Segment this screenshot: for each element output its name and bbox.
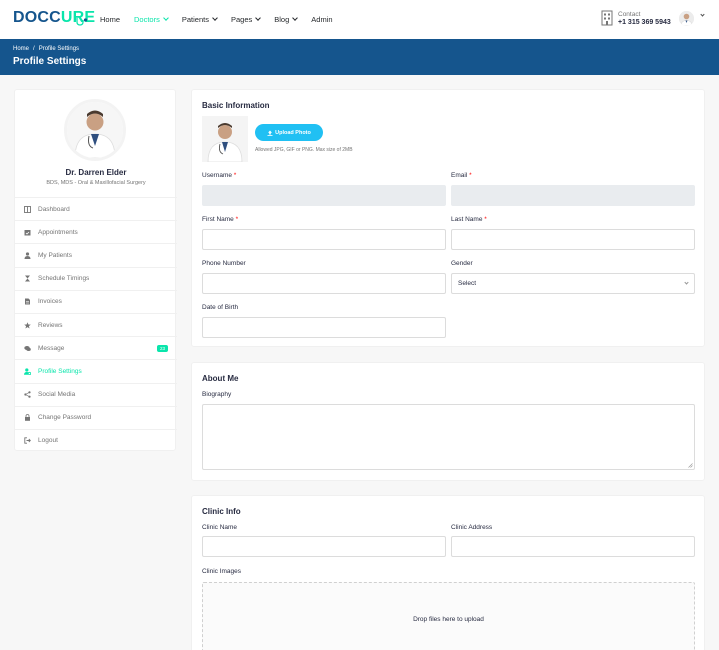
user-injured-icon <box>24 252 31 259</box>
phone-number-label: Phone Number <box>202 260 246 267</box>
gender-label: Gender <box>451 260 473 267</box>
clinic-name-label: Clinic Name <box>202 524 238 531</box>
doctor-name: Dr. Darren Elder <box>65 168 127 177</box>
comments-icon <box>24 345 31 352</box>
username-label: Username * <box>202 172 237 179</box>
breadcrumb-current: Profile Settings <box>38 46 80 52</box>
clinic-address-field[interactable] <box>451 536 695 557</box>
chevron-down-icon[interactable] <box>700 12 705 17</box>
dropzone-text: Drop files here to upload <box>413 615 484 623</box>
clinic-address-label: Clinic Address <box>451 524 493 531</box>
last-name-field[interactable] <box>451 229 695 250</box>
sign-out-icon <box>24 437 31 445</box>
chevron-down-icon <box>684 279 689 285</box>
nav-pages[interactable]: Pages <box>231 15 262 24</box>
sidebar-item-reviews[interactable]: Reviews <box>15 312 177 336</box>
sidebar-item-appointments[interactable]: Appointments <box>15 220 177 243</box>
about-me-card: About Me Biography <box>191 362 705 481</box>
about-me-title: About Me <box>202 374 239 383</box>
sidebar-item-invoices[interactable]: Invoices <box>15 289 177 313</box>
star-icon <box>24 321 31 329</box>
contact-label: Contact <box>618 10 641 18</box>
clinic-info-card: Clinic Info Clinic Name Clinic Address C… <box>191 495 705 650</box>
calendar-check-icon <box>24 229 31 236</box>
share-alt-icon <box>24 391 31 398</box>
date-of-birth-field[interactable] <box>202 317 446 338</box>
clinic-images-dropzone[interactable]: Drop files here to upload <box>202 582 695 650</box>
gender-select-value: Select <box>458 280 477 287</box>
chevron-down-icon <box>212 15 218 21</box>
sidebar-item-dashboard[interactable]: Dashboard <box>15 197 177 220</box>
hospital-icon <box>601 10 613 26</box>
hourglass-icon <box>24 275 31 282</box>
phone-number-field[interactable] <box>202 273 446 294</box>
main-nav: Home Doctors Patients Pages Blog Admin <box>100 15 347 24</box>
file-invoice-icon <box>24 298 31 305</box>
doctor-avatar <box>64 99 126 161</box>
sidebar-item-profile-settings[interactable]: Profile Settings <box>15 359 177 382</box>
chevron-down-icon <box>255 15 262 21</box>
nav-doctors[interactable]: Doctors <box>134 15 169 24</box>
upload-photo-button[interactable]: Upload Photo <box>255 124 323 141</box>
last-name-label: Last Name * <box>451 216 487 223</box>
clinic-name-field[interactable] <box>202 536 446 557</box>
profile-photo-preview <box>202 116 248 162</box>
resize-handle-icon[interactable] <box>688 463 693 468</box>
top-navbar: DOCCURE Home Doctors Patients Pages Blog… <box>0 0 719 39</box>
columns-icon <box>24 205 31 213</box>
username-field[interactable] <box>202 185 446 206</box>
sidebar-item-schedule-timings[interactable]: Schedule Timings <box>15 266 177 290</box>
user-avatar[interactable] <box>679 11 694 26</box>
chevron-down-icon <box>163 15 169 21</box>
chevron-down-icon <box>292 15 299 21</box>
breadcrumb-separator: / <box>33 46 35 52</box>
sidebar-item-message[interactable]: Message 23 <box>15 336 177 359</box>
clinic-images-label: Clinic Images <box>202 568 242 575</box>
basic-information-title: Basic Information <box>202 101 270 110</box>
sidebar-item-social-media[interactable]: Social Media <box>15 382 177 406</box>
breadcrumb-home[interactable]: Home <box>13 46 29 52</box>
biography-textarea[interactable] <box>202 404 695 470</box>
sidebar-item-logout[interactable]: Logout <box>15 428 177 452</box>
sidebar-item-my-patients[interactable]: My Patients <box>15 243 177 266</box>
breadcrumb-bar: Home / Profile Settings Profile Settings <box>0 39 719 75</box>
message-count-badge: 23 <box>156 345 168 353</box>
email-label: Email * <box>451 172 472 179</box>
sidebar-item-change-password[interactable]: Change Password <box>15 405 177 429</box>
page-title: Profile Settings <box>13 56 87 67</box>
first-name-field[interactable] <box>202 229 446 250</box>
header-contact: Contact +1 315 369 5943 <box>601 10 671 26</box>
sidebar-menu: Dashboard Appointments My Patients Sched… <box>15 197 177 452</box>
breadcrumb: Home / Profile Settings <box>13 46 79 52</box>
lock-icon <box>24 414 31 422</box>
upload-note: Allowed JPG, GIF or PNG. Max size of 2MB <box>255 147 353 153</box>
nav-home[interactable]: Home <box>100 15 120 24</box>
clinic-info-title: Clinic Info <box>202 507 241 516</box>
gender-select[interactable]: Select <box>451 273 695 294</box>
basic-information-card: Basic Information Upload Photo Allowed J… <box>191 89 705 347</box>
nav-patients[interactable]: Patients <box>182 15 218 24</box>
stethoscope-icon <box>76 18 88 26</box>
upload-icon <box>267 130 273 136</box>
doctor-specialty: BDS, MDS - Oral & Maxillofacial Surgery <box>46 180 146 186</box>
nav-admin[interactable]: Admin <box>311 15 332 24</box>
biography-label: Biography <box>202 391 232 398</box>
first-name-label: First Name * <box>202 216 239 223</box>
profile-sidebar: Dr. Darren Elder BDS, MDS - Oral & Maxil… <box>14 89 177 452</box>
nav-blog[interactable]: Blog <box>274 15 299 24</box>
contact-number[interactable]: +1 315 369 5943 <box>618 19 671 26</box>
date-of-birth-label: Date of Birth <box>202 304 239 311</box>
user-cog-icon <box>24 368 31 375</box>
email-field[interactable] <box>451 185 695 206</box>
